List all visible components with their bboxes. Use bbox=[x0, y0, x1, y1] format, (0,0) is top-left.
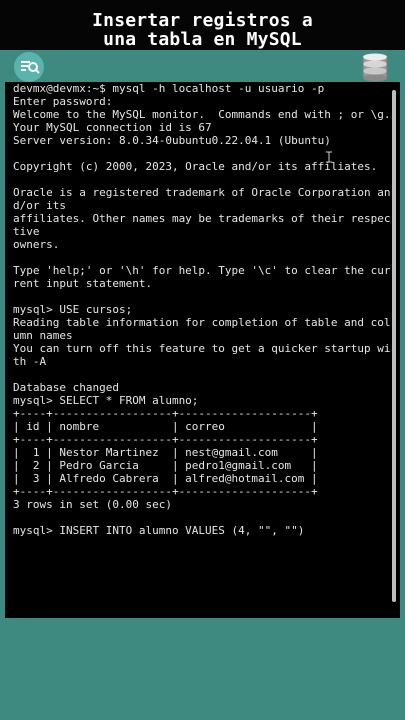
terminal-line: Type 'help;' or '\h' for help. Type '\c'… bbox=[13, 264, 391, 277]
database-icon bbox=[361, 52, 389, 82]
terminal-line: Reading table information for completion… bbox=[13, 316, 391, 329]
terminal-line: affiliates. Other names may be trademark… bbox=[13, 212, 391, 225]
terminal-window[interactable]: devmx@devmx:~$ mysql -h localhost -u usu… bbox=[5, 82, 400, 618]
terminal-line: Your MySQL connection id is 67 bbox=[13, 121, 212, 134]
terminal-line: | id | nombre | correo | bbox=[13, 420, 318, 433]
terminal-line: tive bbox=[13, 225, 40, 238]
terminal-line: | 1 | Nestor Martinez | nest@gmail.com | bbox=[13, 446, 318, 459]
video-title: Insertar registros a una tabla en MySQL bbox=[0, 11, 405, 49]
terminal-line: umn names bbox=[13, 329, 73, 342]
terminal-line: Welcome to the MySQL monitor. Commands e… bbox=[13, 108, 391, 121]
terminal-line: +----+------------------+---------------… bbox=[13, 407, 318, 420]
video-title-line-2: una tabla en MySQL bbox=[103, 29, 302, 50]
icon-bar bbox=[0, 50, 405, 82]
terminal-line: 3 rows in set (0.00 sec) bbox=[13, 498, 172, 511]
terminal-line: devmx@devmx:~$ mysql -h localhost -u usu… bbox=[13, 82, 325, 95]
terminal-line: owners. bbox=[13, 238, 60, 251]
mouse-cursor-icon bbox=[325, 150, 333, 163]
terminal-line: mysql> INSERT INTO alumno VALUES (4, "",… bbox=[13, 524, 305, 537]
terminal-line: You can turn off this feature to get a q… bbox=[13, 342, 391, 355]
terminal-line: mysql> SELECT * FROM alumno; bbox=[13, 394, 199, 407]
terminal-line: | 3 | Alfredo Cabrera | alfred@hotmail.c… bbox=[13, 472, 318, 485]
terminal-line: mysql> USE cursos; bbox=[13, 303, 133, 316]
video-title-line-1: Insertar registros a bbox=[92, 10, 313, 31]
terminal-line: d/or its bbox=[13, 199, 66, 212]
terminal-line: +----+------------------+---------------… bbox=[13, 485, 318, 498]
terminal-line: Server version: 8.0.34-0ubuntu0.22.04.1 … bbox=[13, 134, 331, 147]
terminal-scrollbar[interactable] bbox=[392, 90, 396, 602]
terminal-line: th -A bbox=[13, 355, 47, 368]
search-list-icon bbox=[14, 52, 44, 82]
terminal-line: Oracle is a registered trademark of Orac… bbox=[13, 186, 391, 199]
terminal-line: Enter password: bbox=[13, 95, 113, 108]
terminal-line: rent input statement. bbox=[13, 277, 153, 290]
terminal-line: Database changed bbox=[13, 381, 119, 394]
terminal-line: | 2 | Pedro Garcia | pedro1@gmail.com | bbox=[13, 459, 318, 472]
terminal-line: +----+------------------+---------------… bbox=[13, 433, 318, 446]
bottom-background bbox=[0, 618, 405, 720]
